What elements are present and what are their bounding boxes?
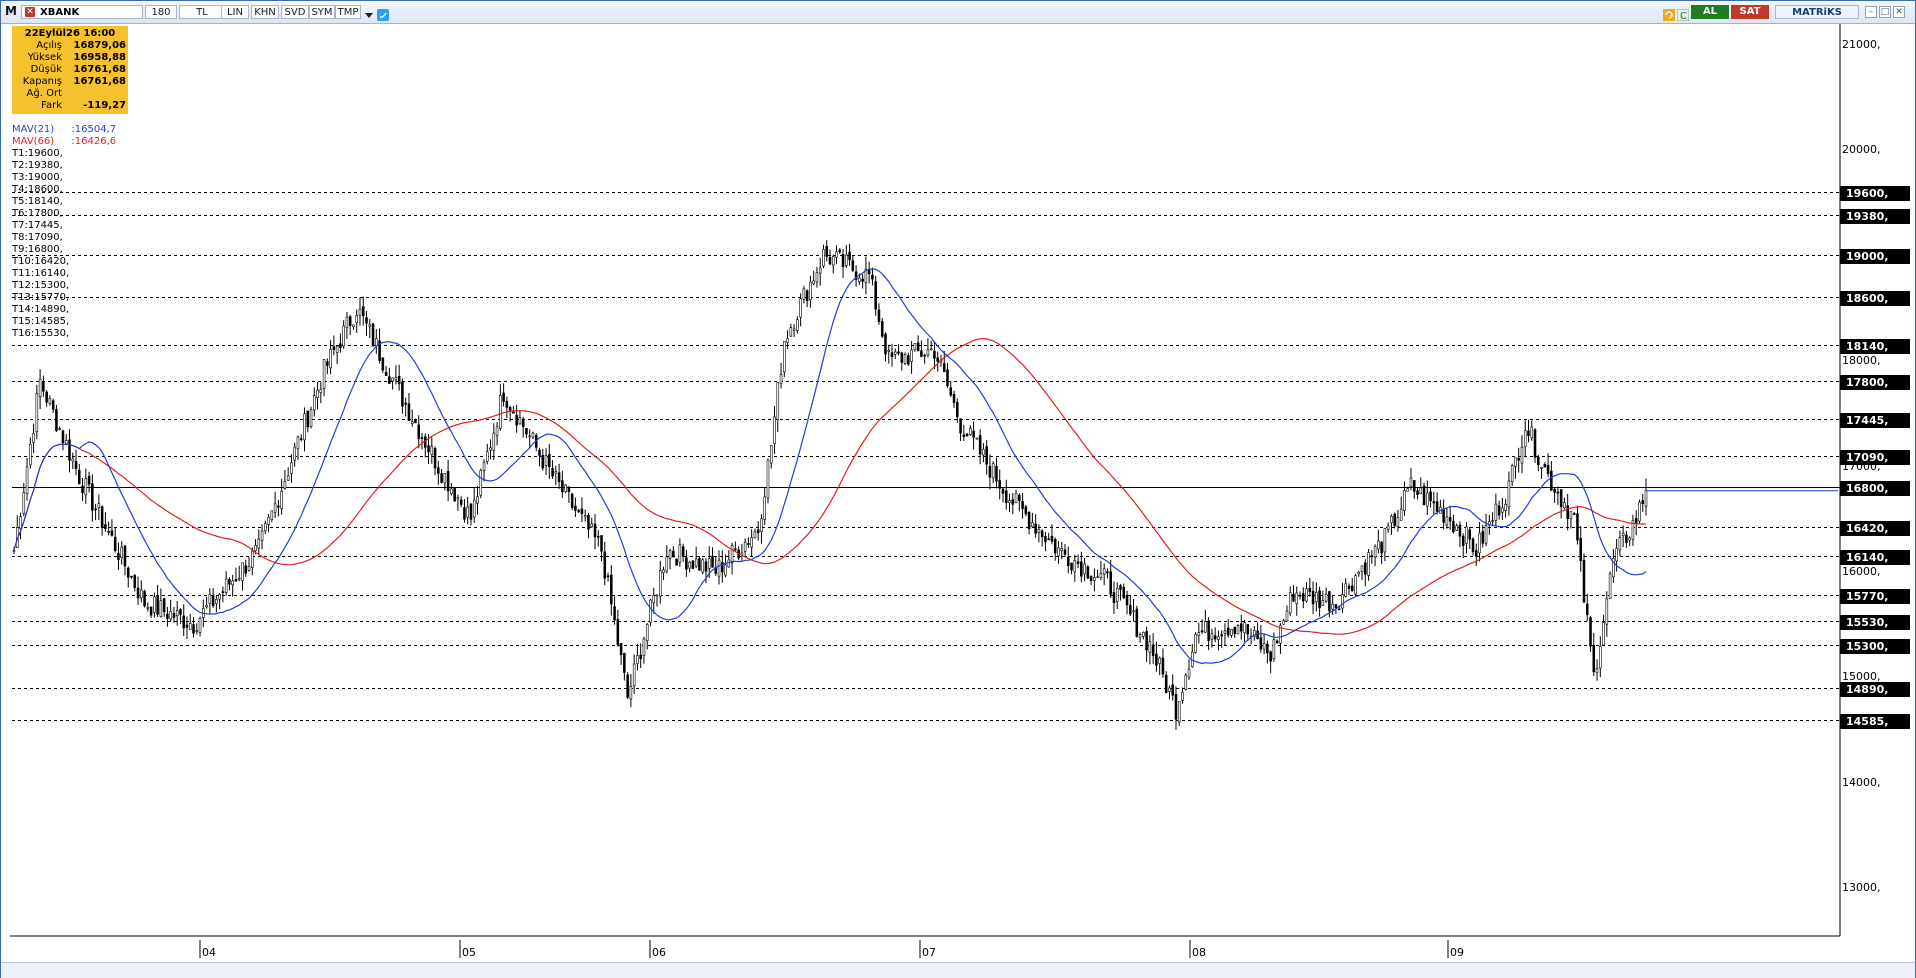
symbol-field[interactable]: ✕ XBANK bbox=[21, 5, 143, 19]
symbol-close-icon[interactable]: ✕ bbox=[25, 7, 35, 17]
level-badge: 18600, bbox=[1840, 290, 1910, 306]
level-badge: 15530, bbox=[1840, 614, 1910, 630]
infobox-row: Kapanış 16761,68 bbox=[14, 76, 126, 88]
infobox-value: 16761,68 bbox=[73, 64, 126, 75]
infobox-row: Yüksek 16958,88 bbox=[14, 52, 126, 64]
close-icon[interactable]: ✕ bbox=[1893, 6, 1905, 18]
dropdown-arrow-icon[interactable] bbox=[363, 6, 375, 18]
y-tick-label: 13000, bbox=[1842, 881, 1881, 895]
y-tick-label: 20000, bbox=[1842, 143, 1881, 157]
x-tick-label: 08 bbox=[1192, 946, 1206, 959]
level-badge: 19380, bbox=[1840, 208, 1910, 224]
ohlc-infobox: 22Eylül26 16:00 Açılış 16879,06 Yüksek 169… bbox=[12, 26, 128, 114]
ma21-name: MAV(21) bbox=[12, 124, 55, 135]
toolbar: M ✕ XBANK 180 TL LIN KHN SVD SYM TMP C A… bbox=[1, 1, 1915, 24]
infobox-label: Açılış bbox=[36, 40, 62, 51]
level-item-t14: T14:14890, bbox=[12, 304, 70, 315]
ma21-value: :16504,7 bbox=[71, 124, 117, 135]
level-item-t4: T4:18600, bbox=[12, 184, 63, 195]
c-icon[interactable]: C bbox=[1676, 6, 1690, 22]
infobox-value: 16761,68 bbox=[73, 76, 126, 87]
level-item-t6: T6:17800, bbox=[12, 208, 63, 219]
infobox-datetime: 22Eylül26 16:00 bbox=[24, 28, 116, 39]
level-badge: 15300, bbox=[1840, 638, 1910, 654]
level-item-t12: T12:15300, bbox=[12, 280, 70, 291]
level-item-t9: T9:16800, bbox=[12, 244, 63, 255]
level-item-t3: T3:19000, bbox=[12, 172, 63, 183]
svd-button[interactable]: SVD bbox=[281, 5, 309, 19]
infobox-label: Ağ. Ort bbox=[26, 88, 62, 99]
restore-icon[interactable]: □ bbox=[1879, 6, 1891, 18]
infobox-label: Yüksek bbox=[27, 52, 62, 63]
level-item-t16: T16:15530, bbox=[12, 328, 70, 339]
m-logo-icon[interactable]: M bbox=[5, 4, 19, 20]
khn-button[interactable]: KHN bbox=[251, 5, 279, 19]
x-tick-label: 09 bbox=[1450, 946, 1464, 959]
ma66-name: MAV(66) bbox=[12, 136, 55, 147]
svg-text:C: C bbox=[1680, 11, 1687, 21]
scale-button[interactable]: LIN bbox=[221, 5, 249, 19]
infobox-value: -119,27 bbox=[83, 100, 126, 111]
minimize-icon[interactable]: – bbox=[1865, 6, 1877, 18]
level-item-t5: T5:18140, bbox=[12, 196, 63, 207]
infobox-row: Ağ. Ort bbox=[14, 88, 126, 100]
sell-button[interactable]: SAT bbox=[1731, 5, 1769, 19]
tmp-button[interactable]: TMP bbox=[335, 5, 361, 19]
infobox-row: Açılış 16879,06 bbox=[14, 40, 126, 52]
level-badge: 16140, bbox=[1840, 549, 1910, 565]
y-tick-label: 16000, bbox=[1842, 565, 1881, 578]
x-tick-label: 04 bbox=[202, 946, 216, 959]
sym-button[interactable]: SYM bbox=[309, 5, 335, 19]
level-item-t15: T15:14585, bbox=[12, 316, 70, 327]
level-item-t7: T7:17445, bbox=[12, 220, 63, 231]
status-bar bbox=[1, 962, 1915, 978]
level-badge: 19600, bbox=[1840, 185, 1910, 201]
level-item-t8: T8:17090, bbox=[12, 232, 63, 243]
symbol-text: XBANK bbox=[40, 7, 80, 18]
level-item-t13: T13:15770, bbox=[12, 292, 70, 303]
level-badge: 19000, bbox=[1840, 248, 1910, 264]
chart-window bbox=[0, 0, 1916, 978]
refresh-icon[interactable] bbox=[1663, 6, 1675, 21]
level-badge: 15770, bbox=[1840, 588, 1910, 604]
infobox-label: Fark bbox=[41, 100, 62, 111]
infobox-row: Düşük 16761,68 bbox=[14, 64, 126, 76]
twitter-icon[interactable] bbox=[377, 6, 389, 21]
level-item-t1: T1:19600, bbox=[12, 148, 63, 159]
level-item-t11: T11:16140, bbox=[12, 268, 70, 279]
infobox-value: 16958,88 bbox=[73, 52, 126, 63]
level-badge: 16420, bbox=[1840, 520, 1910, 536]
ma66-value: :16426,6 bbox=[71, 136, 117, 147]
period-field[interactable]: 180 bbox=[145, 5, 177, 19]
level-badge: 18140, bbox=[1840, 338, 1910, 354]
level-badge: 14585, bbox=[1840, 713, 1910, 729]
brand-label: MATRiKS bbox=[1775, 5, 1859, 19]
ma66-legend: MAV(66) :16426,6 bbox=[12, 136, 116, 148]
currency-field[interactable]: TL bbox=[179, 5, 225, 19]
level-item-t2: T2:19380, bbox=[12, 160, 63, 171]
y-tick-label: 21000, bbox=[1842, 38, 1881, 51]
level-item-t10: T10:16420, bbox=[12, 256, 70, 267]
x-tick-label: 07 bbox=[922, 946, 936, 959]
infobox-row: Fark -119,27 bbox=[14, 100, 126, 112]
infobox-label: Kapanış bbox=[22, 76, 62, 87]
level-badge: 17445, bbox=[1840, 412, 1910, 428]
ma21-legend: MAV(21) :16504,7 bbox=[12, 124, 116, 136]
buy-button[interactable]: AL bbox=[1691, 5, 1729, 19]
infobox-label: Düşük bbox=[30, 64, 62, 75]
y-tick-label: 14000, bbox=[1842, 775, 1881, 789]
level-badge: 14890, bbox=[1840, 681, 1910, 697]
level-badge: 17090, bbox=[1840, 449, 1910, 465]
x-tick-label: 06 bbox=[652, 946, 666, 959]
infobox-value: 16879,06 bbox=[73, 40, 126, 51]
x-tick-label: 05 bbox=[462, 946, 476, 959]
y-tick-label: 18000, bbox=[1842, 354, 1881, 368]
level-badge: 16800, bbox=[1840, 480, 1910, 496]
level-badge: 17800, bbox=[1840, 374, 1910, 390]
